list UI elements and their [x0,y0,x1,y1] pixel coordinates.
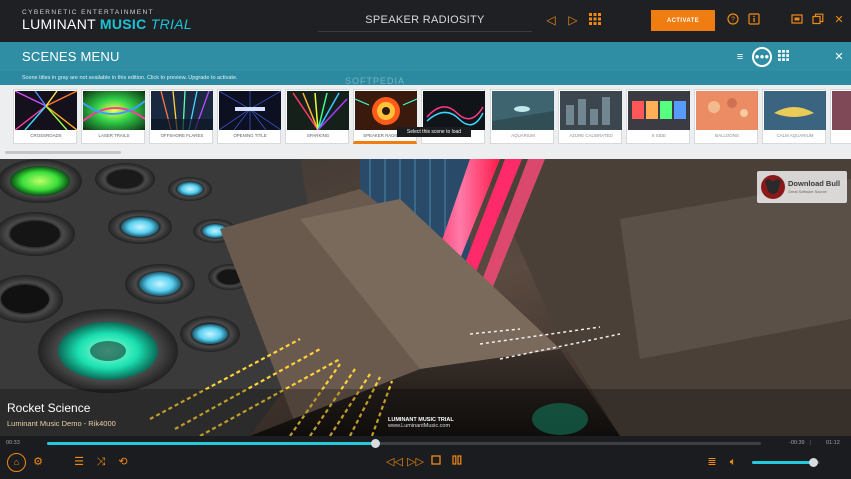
carousel-view-icon[interactable]: ●●● [752,47,772,67]
total-time: 01:12 [826,440,840,446]
brand-company: CYBERNETIC ENTERTAINMENT [22,9,154,16]
brand-logo: CYBERNETIC ENTERTAINMENT LUMINANT MUSIC … [22,9,192,32]
scene-label: BALLOONS [715,133,739,138]
scene-label: LASER TRAILS [98,133,130,138]
carousel-scrollbar[interactable] [5,151,121,154]
download-bull-subtitle: Great Software Source [788,190,827,194]
volume-slider[interactable] [752,458,820,467]
download-bull-watermark: Download Bull Great Software Source [757,171,847,203]
scene-image [832,91,851,130]
volume-slider-fill [752,461,814,464]
grid-view-icon[interactable] [776,50,790,64]
brand-name: LUMINANT MUSIC TRIAL [22,16,192,32]
scene-thumb-sparking[interactable]: SPARKING [285,89,349,144]
scene-label: CR [831,133,851,138]
equalizer-icon[interactable]: ≣ [705,455,719,469]
track-title: Rocket Science [7,401,91,415]
gear-icon[interactable]: ⚙ [31,455,45,469]
scene-thumb-azure-calibrated[interactable]: AZURE CALIBRATED [558,89,622,144]
scene-image [151,91,213,130]
seek-bar-handle[interactable] [370,439,380,448]
player-controls: 00:33 -00:39 | 01:12 ⌂ ⚙ ☰ ⤨ ⟲ ◁◁ ▷▷ ≣ 🔈… [0,436,851,479]
luminant-app: CYBERNETIC ENTERTAINMENT LUMINANT MUSIC … [0,0,851,479]
scene-thumb-opening-title[interactable]: OPENING TITLE [217,89,281,144]
brand-music: MUSIC [99,16,147,32]
shuffle-icon[interactable]: ⤨ [94,455,108,469]
track-subtitle: Luminant Music Demo - Rik4000 [7,419,116,428]
home-icon[interactable]: ⌂ [7,453,26,472]
stop-icon[interactable] [429,455,443,469]
availability-notice: Scene titles in gray are not available i… [0,71,851,85]
scenes-menu-header: SCENES MENU ≡ ●●● ✕ [0,42,851,71]
scene-image [492,91,554,130]
volume-slider-handle[interactable] [809,458,819,467]
scene-thumb-partial[interactable]: CR [830,89,851,144]
scene-thumb-8-side[interactable]: 8 SIDE [626,89,690,144]
title-bar: CYBERNETIC ENTERTAINMENT LUMINANT MUSIC … [0,0,851,42]
scene-label: 8 SIDE [652,133,666,138]
scene-image [83,91,145,130]
bull-logo-icon [761,175,785,199]
remaining-time: -00:39 [789,440,805,446]
seek-bar[interactable] [47,439,761,448]
next-scene-icon[interactable]: ▷ [566,13,580,27]
scene-image [696,91,758,130]
activate-button[interactable]: ACTIVATE [651,10,715,31]
scene-image [15,91,77,130]
info-icon[interactable] [747,13,761,27]
scene-image [287,91,349,130]
close-menu-icon[interactable]: ✕ [832,50,846,64]
list-view-icon[interactable]: ≡ [733,50,747,64]
scene-image [355,91,417,130]
current-scene-title: SPEAKER RADIOSITY [318,10,532,32]
scene-label: AZURE CALIBRATED [569,133,613,138]
scene-thumb-crossroads[interactable]: CROSSROADS [13,89,77,144]
svg-text:?: ? [731,17,735,24]
playlist-icon[interactable]: ☰ [72,455,86,469]
forward-icon[interactable]: ▷▷ [407,455,424,469]
repeat-icon[interactable]: ⟲ [116,455,130,469]
scene-label: SPARKING [306,133,330,138]
seek-bar-fill [47,442,375,445]
scene-grid-icon[interactable] [588,13,602,27]
scene-carousel[interactable]: CROSSROADS LASER TRAILS OFFSHORE FLARES … [0,85,851,159]
scene-label: CROSSROADS [30,133,62,138]
elapsed-time: 00:33 [6,440,20,446]
scene-thumb-calm-aquarium[interactable]: CALM AQUARIUM [762,89,826,144]
scene-thumb-balloons[interactable]: BALLOONS [694,89,758,144]
time-separator: | [810,440,812,446]
fullscreen-icon[interactable] [790,13,804,27]
pause-icon[interactable] [450,455,464,469]
scenes-menu-title: SCENES MENU [22,49,120,64]
scene-label: OFFSHORE FLARES [160,133,204,138]
brand-luminant: LUMINANT [22,16,96,32]
scene-image [560,91,622,130]
scene-thumb-aquarium[interactable]: AQUARIUM [490,89,554,144]
scene-label: CALM AQUARIUM [776,133,814,138]
scene-image [423,91,485,130]
restore-icon[interactable] [811,13,825,27]
trial-watermark-url: www.LuminantMusic.com [388,423,451,429]
rewind-icon[interactable]: ◁◁ [386,455,403,469]
volume-icon[interactable]: 🔈︎ [726,455,740,469]
speaker-radiosity-scene [0,159,851,436]
visualization-view[interactable] [0,159,851,436]
scene-image [628,91,690,130]
trial-watermark: LUMINANT MUSIC TRIAL www.LuminantMusic.c… [388,417,454,429]
brand-trial: TRIAL [150,16,192,32]
scene-thumb-laser-trails[interactable]: LASER TRAILS [81,89,145,144]
scene-tooltip: Select this scene to load [397,127,471,137]
prev-scene-icon[interactable]: ◁ [544,13,558,27]
scene-image [764,91,826,130]
scene-label: AQUARIUM [511,133,535,138]
scene-label: OPENING TITLE [233,133,267,138]
close-icon[interactable]: ✕ [832,13,846,27]
scene-thumb-offshore-flares[interactable]: OFFSHORE FLARES [149,89,213,144]
download-bull-title: Download Bull [788,179,841,188]
help-icon[interactable]: ? [726,13,740,27]
scene-image [219,91,281,130]
